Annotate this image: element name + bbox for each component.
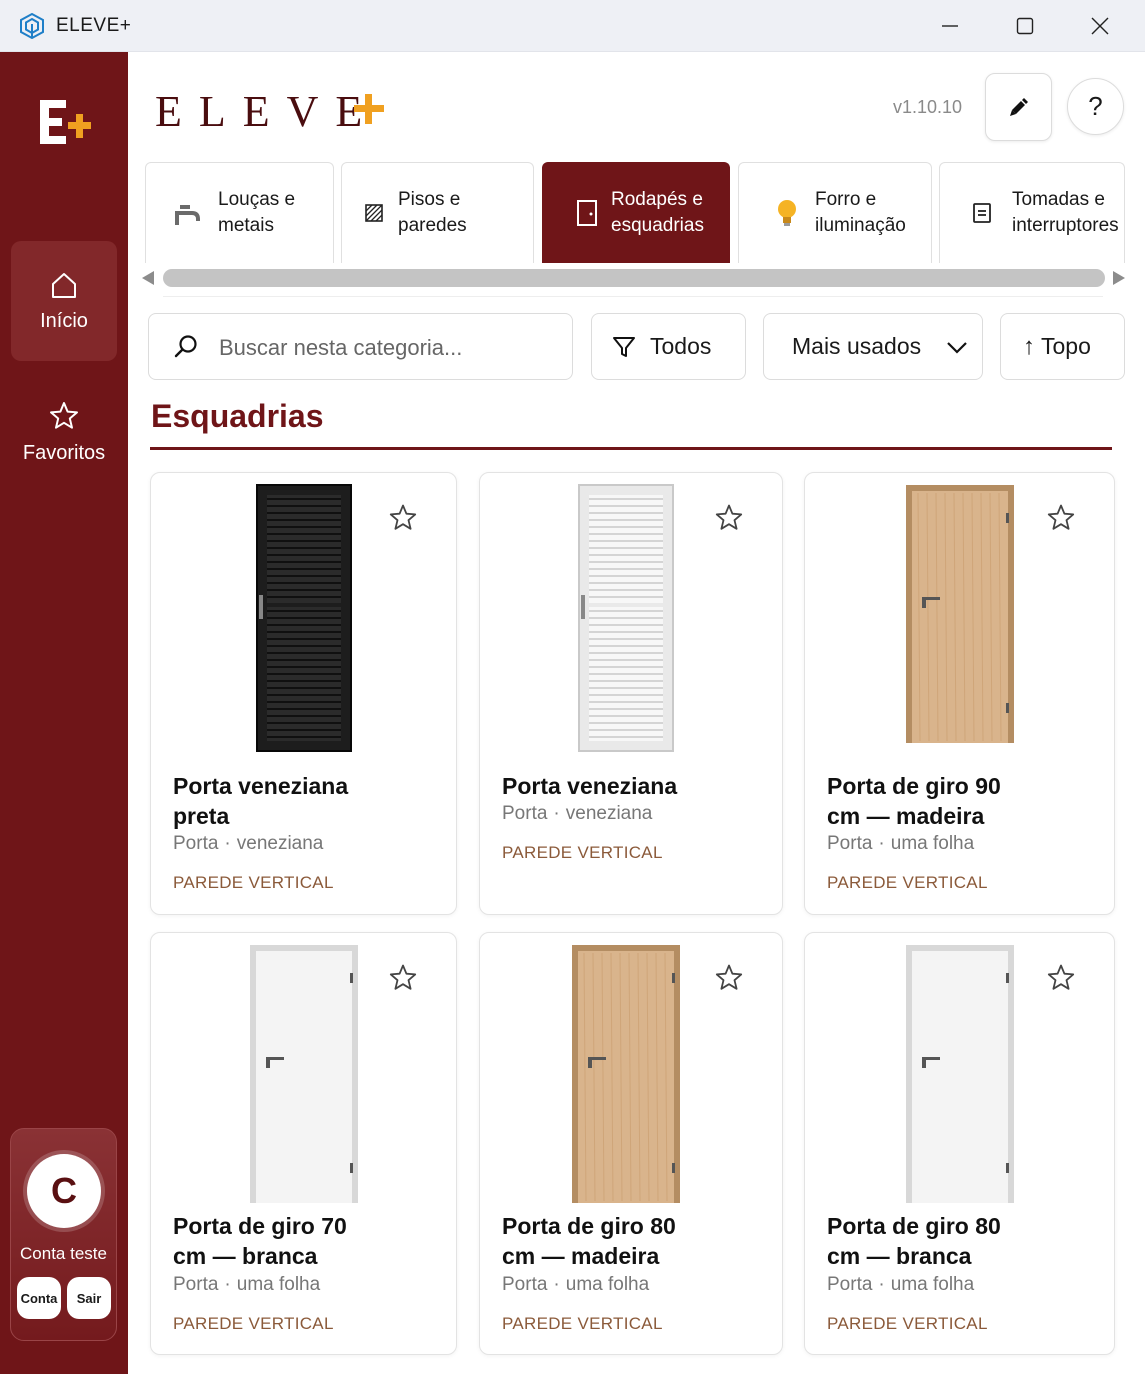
- product-card[interactable]: Porta veneziana preta Porta · veneziana PARED…: [150, 472, 457, 915]
- sidebar-item-label: Favoritos: [22, 441, 106, 464]
- product-title: Porta veneziana preta: [173, 773, 349, 829]
- product-meta: Porta · uma folha: [827, 1274, 975, 1295]
- category-scrollbar[interactable]: [163, 269, 1105, 287]
- section-title: Esquadrias: [151, 398, 324, 434]
- sidebar-item-favoritos[interactable]: Favoritos: [11, 372, 117, 492]
- search-icon: [174, 335, 197, 358]
- product-meta: Porta · uma folha: [173, 1274, 321, 1295]
- product-card[interactable]: Porta de giro 80 cm — madeira Porta · uma fo…: [479, 932, 783, 1355]
- edit-button[interactable]: [985, 73, 1052, 141]
- tab-loucas-metais[interactable]: Louças e metais: [145, 162, 334, 263]
- maximize-button[interactable]: [988, 0, 1062, 52]
- product-meta: Porta · veneziana: [173, 833, 324, 854]
- account-name: Conta teste: [20, 1244, 107, 1263]
- scroll-left-arrow[interactable]: [142, 271, 154, 285]
- tab-rodapes-esquadrias[interactable]: Rodapés e esquadrias: [542, 162, 730, 263]
- favorite-star-icon[interactable]: [388, 503, 418, 533]
- door-icon: [573, 199, 601, 227]
- search-placeholder: Buscar nesta categoria...: [219, 335, 463, 360]
- window-title: ELEVE+: [56, 15, 132, 36]
- filter-icon: [612, 335, 636, 359]
- arrow-up-icon: ↑: [1023, 332, 1035, 360]
- tab-forro-iluminacao[interactable]: Forro e iluminação: [738, 162, 932, 263]
- account-button[interactable]: Conta: [17, 1277, 61, 1319]
- bulb-icon: [773, 199, 801, 227]
- sidebar-item-label: Início: [40, 309, 88, 332]
- product-card[interactable]: Porta de giro 80 cm — branca Porta · uma fol…: [804, 932, 1115, 1355]
- app-icon: [20, 13, 44, 39]
- help-button[interactable]: ?: [1067, 78, 1124, 135]
- product-meta: Porta · veneziana: [502, 803, 653, 824]
- product-tag: PAREDE VERTICAL: [827, 1314, 988, 1333]
- product-title: Porta de giro 80 cm — branca: [827, 1213, 1001, 1269]
- tab-label: interruptores: [1012, 215, 1119, 236]
- product-tag: PAREDE VERTICAL: [502, 843, 663, 862]
- chevron-down-icon: [947, 342, 967, 354]
- product-tag: PAREDE VERTICAL: [173, 1314, 334, 1333]
- logout-button[interactable]: Sair: [67, 1277, 111, 1319]
- tab-label: metais: [218, 215, 274, 236]
- search-input[interactable]: Buscar nesta categoria...: [148, 313, 573, 380]
- product-card[interactable]: Porta veneziana Porta · veneziana PAREDE VER…: [479, 472, 783, 915]
- product-meta: Porta · uma folha: [827, 833, 975, 854]
- product-card[interactable]: Porta de giro 70 cm — branca Porta · uma fol…: [150, 932, 457, 1355]
- scroll-top-button[interactable]: ↑ Topo: [1000, 313, 1125, 380]
- outlet-icon: [968, 199, 996, 227]
- product-title: Porta de giro 90 cm — madeira: [827, 773, 1001, 829]
- favorite-star-icon[interactable]: [388, 963, 418, 993]
- brand-plus-icon: [354, 94, 384, 124]
- filter-button[interactable]: Todos: [591, 313, 746, 380]
- window-titlebar: ELEVE+: [0, 0, 1145, 52]
- tab-label: Pisos e paredes: [398, 189, 467, 236]
- tab-label: Forro e: [815, 189, 877, 210]
- top-label: Topo: [1041, 333, 1091, 359]
- faucet-icon: [174, 199, 202, 227]
- tab-label: Tomadas e: [1012, 189, 1105, 210]
- sidebar-item-inicio[interactable]: Início: [11, 241, 117, 361]
- tab-label: esquadrias: [611, 215, 704, 236]
- eleve-logo: [40, 100, 91, 144]
- favorite-star-icon[interactable]: [714, 503, 744, 533]
- divider: [163, 296, 1103, 297]
- brand-wordmark: ELEVE: [155, 87, 380, 136]
- sort-select[interactable]: Mais usados: [763, 313, 983, 380]
- maximize-icon: [1016, 17, 1034, 35]
- product-tag: PAREDE VERTICAL: [173, 873, 334, 892]
- close-button[interactable]: [1063, 0, 1137, 52]
- tab-label: Rodapés e: [611, 189, 703, 210]
- product-tag: PAREDE VERTICAL: [502, 1314, 663, 1333]
- product-meta: Porta · uma folha: [502, 1274, 650, 1295]
- tiles-icon: [360, 199, 388, 227]
- product-card[interactable]: Porta de giro 90 cm — madeira Porta · uma fo…: [804, 472, 1115, 915]
- home-icon: [52, 272, 76, 298]
- product-title: Porta de giro 80 cm — madeira: [502, 1213, 676, 1269]
- account-panel: C Conta teste Conta Sair: [10, 1128, 117, 1341]
- product-tag: PAREDE VERTICAL: [827, 873, 988, 892]
- section-divider: [150, 447, 1112, 450]
- avatar[interactable]: C: [27, 1154, 101, 1228]
- filter-label: Todos: [650, 333, 712, 359]
- tab-label: iluminação: [815, 215, 906, 236]
- sidebar: Início Favoritos C Conta teste Conta Sai…: [0, 52, 128, 1374]
- product-title: Porta veneziana: [502, 773, 678, 799]
- minimize-icon: [942, 25, 958, 27]
- close-icon: [1091, 17, 1109, 35]
- sort-label: Mais usados: [792, 333, 922, 359]
- favorite-star-icon[interactable]: [1046, 963, 1076, 993]
- tab-tomadas-interruptores[interactable]: Tomadas e interruptores: [939, 162, 1125, 263]
- product-title: Porta de giro 70 cm — branca: [173, 1213, 347, 1269]
- favorite-star-icon[interactable]: [714, 963, 744, 993]
- tab-pisos-paredes[interactable]: Pisos e paredes: [341, 162, 534, 263]
- scroll-right-arrow[interactable]: [1113, 271, 1125, 285]
- star-icon: [50, 401, 78, 429]
- tab-label: Louças e: [218, 189, 296, 210]
- minimize-button[interactable]: [913, 0, 987, 52]
- favorite-star-icon[interactable]: [1046, 503, 1076, 533]
- pencil-icon: [1009, 98, 1028, 116]
- version-label: v1.10.10: [893, 97, 963, 117]
